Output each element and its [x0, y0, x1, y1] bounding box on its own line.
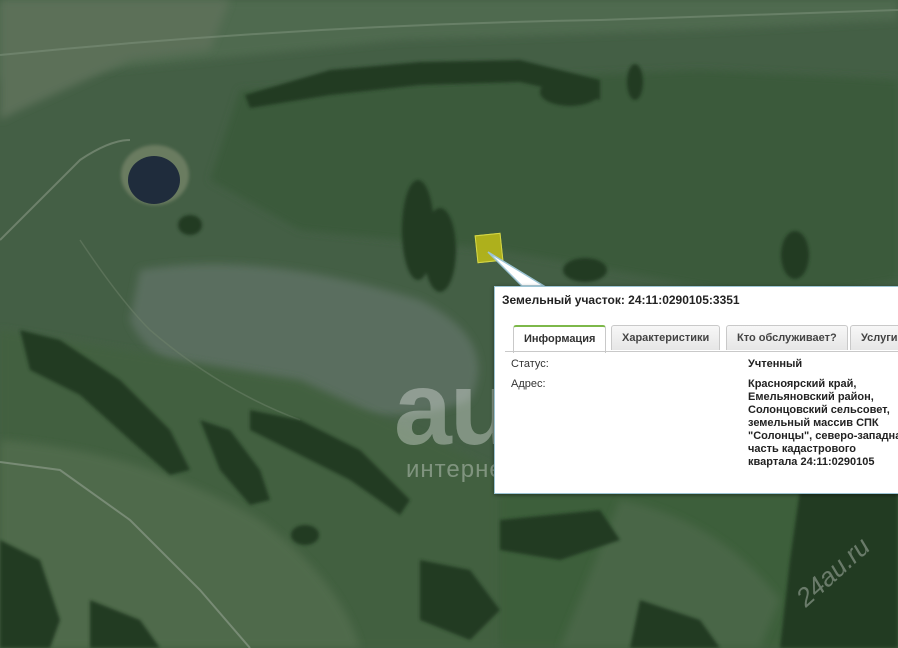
parcel-info-popup: Земельный участок: 24:11:0290105:3351 Ин… [494, 286, 898, 494]
tab-content: Статус: Учтенный Адрес: Красноярский кра… [505, 351, 898, 483]
tab-who-serves[interactable]: Кто обслуживает? [726, 325, 848, 350]
popup-pointer [487, 251, 546, 287]
popup-title: Земельный участок: 24:11:0290105:3351 [495, 287, 898, 313]
status-label: Статус: [511, 358, 549, 370]
tab-information[interactable]: Информация [513, 325, 607, 353]
popup-tabs: Информация Характеристики Кто обслуживае… [505, 325, 898, 353]
status-value: Учтенный [748, 358, 803, 370]
tab-services[interactable]: Услуги [850, 325, 898, 350]
address-value: Красноярский край, Емельяновский район, … [748, 378, 898, 468]
tab-characteristics[interactable]: Характеристики [611, 325, 721, 350]
address-label: Адрес: [511, 378, 546, 390]
